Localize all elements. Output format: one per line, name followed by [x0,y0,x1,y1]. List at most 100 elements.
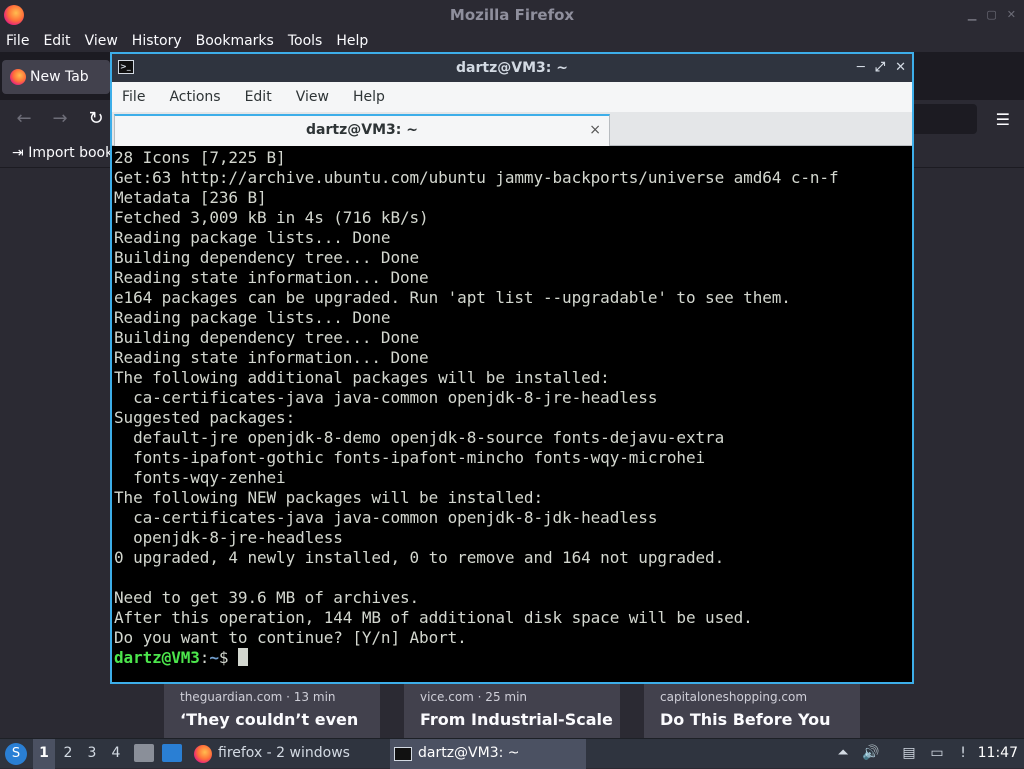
task-firefox[interactable]: firefox - 2 windows [190,739,386,769]
clipboard-icon[interactable]: ▤ [900,744,918,762]
story-source: capitaloneshopping.com [660,690,808,704]
terminal-line: Building dependency tree... Done [114,248,420,267]
story-card[interactable]: theguardian.com · 13 min ‘They couldn’t … [164,684,380,738]
story-headline: ‘They couldn’t even [180,710,359,729]
terminal-line: Building dependency tree... Done [114,328,420,347]
terminal-line: The following additional packages will b… [114,368,610,387]
terminal-output[interactable]: 28 Icons [7,225 B] Get:63 http://archive.… [114,148,910,680]
terminal-line: Get:63 http://archive.ubuntu.com/ubuntu … [114,168,839,187]
terminal-line: Do you want to continue? [Y/n] Abort. [114,628,467,647]
task-label: dartz@VM3: ~ [418,745,520,761]
terminal-line: After this operation, 144 MB of addition… [114,608,753,627]
tab-label: New Tab [30,69,89,85]
firefox-logo-icon [4,5,24,25]
import-bookmarks-label: Import book [28,145,114,161]
menu-view[interactable]: View [85,33,118,49]
prompt-colon: : [199,648,210,667]
terminal-line: Need to get 39.6 MB of archives. [114,588,420,607]
terminal-line: default-jre openjdk-8-demo openjdk-8-sou… [114,428,725,447]
firefox-window-controls: ▁ ▢ ✕ [968,0,1016,30]
clock[interactable]: 11:47 [978,739,1018,769]
terminal-menu-file[interactable]: File [122,89,145,105]
menu-tools[interactable]: Tools [288,33,323,49]
terminal-menubar: File Actions Edit View Help [112,82,912,112]
upload-icon[interactable]: ⏶ [834,744,852,762]
tab-close-icon[interactable]: × [589,116,601,144]
terminal-line: fonts-ipafont-gothic fonts-ipafont-minch… [114,448,706,467]
volume-icon[interactable]: 🔊 [862,744,880,762]
story-source: vice.com · 25 min [420,690,528,704]
story-headline: From Industrial-Scale [420,710,613,729]
terminal-line: 0 upgraded, 4 newly installed, 0 to remo… [114,548,725,567]
terminal-line: ca-certificates-java java-common openjdk… [114,508,658,527]
menu-file[interactable]: File [6,33,29,49]
tab-new-tab[interactable]: New Tab [2,60,110,94]
notification-icon[interactable]: ! [954,744,972,762]
terminal-tabbar: dartz@VM3: ~ × [112,112,912,146]
reload-icon[interactable]: ↻ [84,108,108,129]
terminal-line: 28 Icons [7,225 B] [114,148,286,167]
workspace-1[interactable]: 1 [33,739,55,769]
taskbar: S 1 2 3 4 firefox - 2 windows dartz@VM3:… [0,738,1024,769]
prompt-user-host: dartz@VM3 [114,648,200,667]
firefox-tab-icon [10,69,26,85]
maximize-icon[interactable]: ⤢ [875,54,885,82]
import-icon: ⇥ [12,145,29,161]
terminal-tab[interactable]: dartz@VM3: ~ × [114,114,610,146]
maximize-icon[interactable]: ▢ [986,0,996,30]
story-card[interactable]: vice.com · 25 min From Industrial-Scale [404,684,620,738]
url-bar[interactable] [905,104,977,134]
terminal-line: fonts-wqy-zenhei [114,468,286,487]
firefox-window-title: Mozilla Firefox [449,6,575,24]
menu-edit[interactable]: Edit [43,33,70,49]
menu-bookmarks[interactable]: Bookmarks [196,33,274,49]
terminal-icon [394,747,412,761]
terminal-menu-actions[interactable]: Actions [169,89,220,105]
terminal-line: openjdk-8-jre-headless [114,528,343,547]
terminal-window[interactable]: >_ dartz@VM3: ~ ─ ⤢ ✕ File Actions Edit … [110,52,914,684]
close-icon[interactable]: ✕ [895,54,906,82]
terminal-prompt-line[interactable]: dartz@VM3:~$ [114,648,910,668]
terminal-menu-help[interactable]: Help [353,89,385,105]
minimize-icon[interactable]: ─ [857,54,865,82]
text-cursor [237,648,248,666]
menu-help[interactable]: Help [336,33,368,49]
hamburger-menu-icon[interactable]: ☰ [996,110,1010,129]
terminal-line: The following NEW packages will be insta… [114,488,543,507]
terminal-line: Reading state information... Done [114,268,429,287]
story-source: theguardian.com · 13 min [180,690,336,704]
back-arrow-icon[interactable]: ← [12,108,36,129]
terminal-menu-view[interactable]: View [296,89,329,105]
firefox-menubar: File Edit View History Bookmarks Tools H… [0,30,1024,52]
terminal-icon: >_ [118,60,134,74]
story-card[interactable]: capitaloneshopping.com Do This Before Yo… [644,684,860,738]
start-menu-icon[interactable]: S [5,743,27,765]
import-bookmarks-button[interactable]: ⇥ Import book [12,145,113,161]
network-icon[interactable]: ▭ [928,744,946,762]
terminal-line: ca-certificates-java java-common openjdk… [114,388,658,407]
workspace-3[interactable]: 3 [81,739,103,769]
prompt-path: ~ [209,648,219,667]
prompt-symbol: $ [218,648,238,667]
minimize-icon[interactable]: ▁ [968,0,976,30]
workspace-2[interactable]: 2 [57,739,79,769]
task-terminal[interactable]: dartz@VM3: ~ [390,739,586,769]
story-headline: Do This Before You [660,710,831,729]
terminal-menu-edit[interactable]: Edit [245,89,272,105]
file-manager-icon[interactable] [134,744,154,762]
terminal-line: Fetched 3,009 kB in 4s (716 kB/s) [114,208,429,227]
terminal-line: Suggested packages: [114,408,296,427]
terminal-tab-label: dartz@VM3: ~ [306,122,418,138]
terminal-line: Metadata [236 B] [114,188,267,207]
menu-history[interactable]: History [132,33,182,49]
show-desktop-icon[interactable] [162,744,182,762]
workspace-4[interactable]: 4 [105,739,127,769]
terminal-window-title: dartz@VM3: ~ [456,60,568,76]
close-icon[interactable]: ✕ [1007,0,1016,30]
forward-arrow-icon[interactable]: → [48,108,72,129]
terminal-titlebar[interactable]: >_ dartz@VM3: ~ ─ ⤢ ✕ [112,54,912,82]
terminal-line: Reading package lists... Done [114,228,391,247]
task-label: firefox - 2 windows [218,745,350,761]
terminal-line: Reading state information... Done [114,348,429,367]
